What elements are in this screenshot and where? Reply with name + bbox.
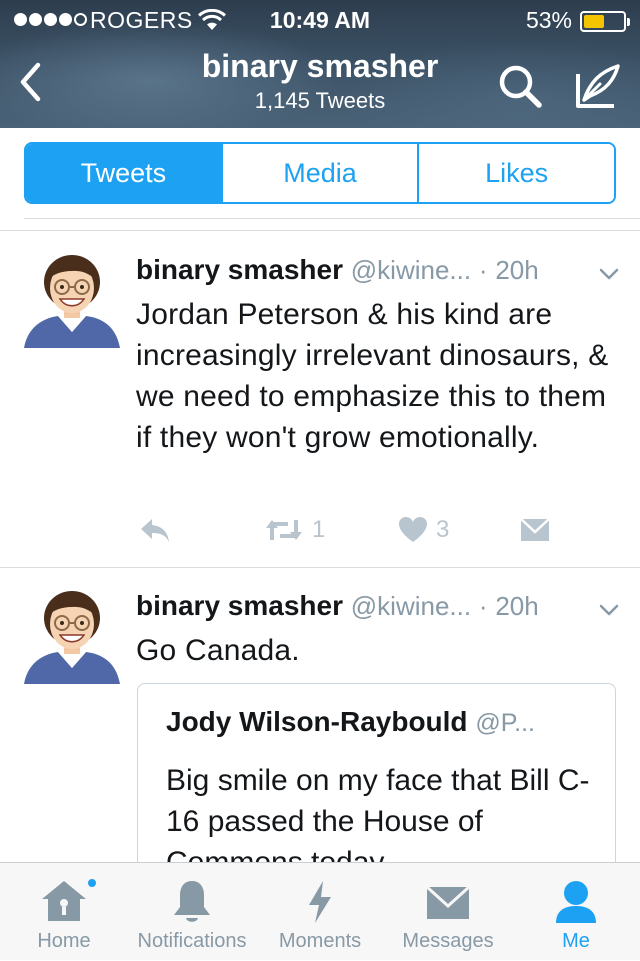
chevron-down-icon[interactable] <box>598 266 620 282</box>
tweet-text: Jordan Peterson & his kind are increasin… <box>136 298 609 454</box>
battery-percent: 53% <box>525 7 572 33</box>
reply-icon <box>141 519 169 542</box>
tab-home[interactable]: Home <box>14 863 114 961</box>
direct-message-button[interactable] <box>520 510 550 550</box>
tweet-author-name[interactable]: binary smasher <box>136 590 343 621</box>
tab-media[interactable]: Media <box>220 144 418 202</box>
tweet-actions: 1 3 <box>136 510 616 550</box>
tweet-timestamp: 20h <box>495 255 539 285</box>
retweet-count: 1 <box>312 516 326 543</box>
heart-icon <box>399 517 427 542</box>
tab-likes[interactable]: Likes <box>417 144 614 202</box>
retweet-button[interactable]: 1 <box>264 510 325 550</box>
tweet-header: binary smasher @kiwine... · 20h <box>136 254 592 286</box>
tab-messages-label: Messages <box>402 930 494 952</box>
avatar[interactable] <box>22 588 122 688</box>
tweet-time-separator: · <box>478 255 488 285</box>
person-icon <box>556 881 596 923</box>
quoted-author-handle: @P... <box>475 709 535 737</box>
retweet-icon <box>266 520 302 540</box>
envelope-icon <box>426 885 470 919</box>
like-button[interactable]: 3 <box>398 510 449 550</box>
search-button[interactable] <box>496 62 548 112</box>
envelope-icon <box>520 518 550 541</box>
battery-icon <box>580 11 630 32</box>
tweet-text: Go Canada. <box>136 634 300 667</box>
quoted-author-name: Jody Wilson-Raybould <box>166 706 468 737</box>
avatar[interactable] <box>22 252 122 352</box>
tab-notifications-label: Notifications <box>137 930 247 952</box>
chevron-down-icon[interactable] <box>598 602 620 618</box>
tweet-timestamp: 20h <box>495 591 539 621</box>
tab-me[interactable]: Me <box>536 863 616 961</box>
navigation-bar: binary smasher 1,145 Tweets <box>0 40 640 128</box>
profile-header: ROGERS 10:49 AM 53% binary smasher 1,145… <box>0 0 640 128</box>
tab-home-label: Home <box>37 930 91 952</box>
tweet-item[interactable]: binary smasher @kiwine... · 20h Jordan P… <box>0 232 640 567</box>
home-notification-dot <box>86 877 98 889</box>
like-count: 3 <box>436 516 450 543</box>
tweet-header: binary smasher @kiwine... · 20h <box>136 590 592 622</box>
reply-button[interactable] <box>138 510 172 550</box>
profile-tabs: Tweets Media Likes <box>24 142 616 204</box>
quoted-tweet-header: Jody Wilson-Raybould @P... <box>166 706 595 738</box>
tab-me-label: Me <box>562 930 590 952</box>
bell-icon <box>174 881 210 922</box>
lightning-icon <box>309 881 331 923</box>
tab-messages[interactable]: Messages <box>390 863 506 961</box>
tweet-time-separator: · <box>478 591 488 621</box>
tab-moments[interactable]: Moments <box>268 863 372 961</box>
compose-tweet-button[interactable] <box>570 60 626 114</box>
search-icon <box>499 65 542 108</box>
tweet-author-handle[interactable]: @kiwine... <box>351 255 471 285</box>
compose-tweet-icon <box>576 64 620 108</box>
home-icon <box>42 881 86 921</box>
tab-bar: Home Notifications Moments Messages Me <box>0 862 640 960</box>
status-bar: ROGERS 10:49 AM 53% <box>0 0 640 40</box>
tweet-author-name[interactable]: binary smasher <box>136 254 343 285</box>
divider <box>24 218 640 219</box>
tab-notifications[interactable]: Notifications <box>124 863 260 961</box>
tab-moments-label: Moments <box>278 930 362 952</box>
tab-tweets[interactable]: Tweets <box>26 144 221 202</box>
tweet-author-handle[interactable]: @kiwine... <box>351 591 471 621</box>
divider <box>0 230 640 231</box>
